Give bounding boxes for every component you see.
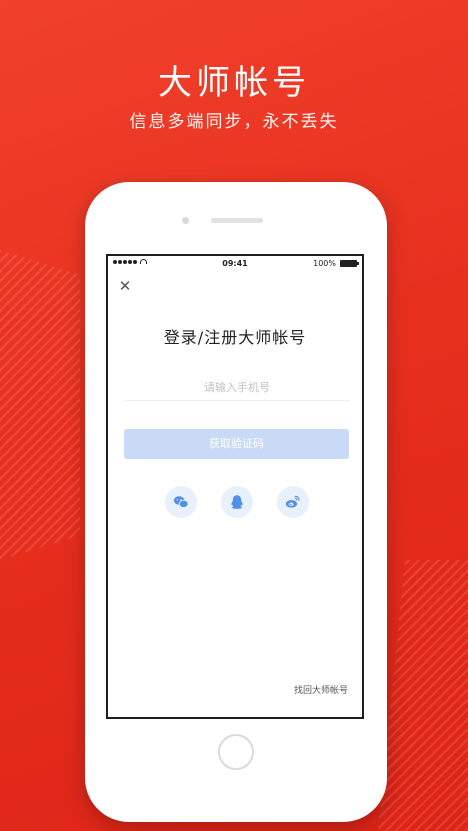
decorative-stripes-left bbox=[0, 250, 80, 560]
login-title: 登录/注册大师帐号 bbox=[163, 328, 307, 347]
phone-screen: 09:41 100% ✕ 登录/注册大师帐号 获取验证码 bbox=[106, 254, 364, 719]
wechat-icon bbox=[173, 496, 189, 508]
qq-login-button[interactable] bbox=[221, 486, 253, 518]
weibo-icon bbox=[285, 495, 300, 508]
wechat-login-button[interactable] bbox=[165, 486, 197, 518]
home-button bbox=[218, 734, 254, 770]
phone-mockup: 09:41 100% ✕ 登录/注册大师帐号 获取验证码 bbox=[85, 182, 387, 822]
get-code-button[interactable]: 获取验证码 bbox=[124, 429, 349, 459]
battery-icon bbox=[340, 260, 359, 267]
weibo-login-button[interactable] bbox=[277, 486, 309, 518]
phone-camera bbox=[182, 217, 189, 224]
qq-icon bbox=[231, 495, 243, 509]
recover-account-link[interactable]: 找回大师帐号 bbox=[294, 683, 348, 696]
battery-percentage: 100% bbox=[313, 259, 336, 268]
phone-number-input[interactable] bbox=[124, 374, 350, 401]
status-bar: 09:41 100% bbox=[108, 256, 362, 272]
close-icon[interactable]: ✕ bbox=[118, 279, 132, 294]
phone-speaker bbox=[211, 218, 263, 223]
decorative-stripes-right bbox=[378, 560, 468, 831]
promo-headline: 大师帐号 bbox=[158, 63, 310, 103]
promo-subline: 信息多端同步，永不丢失 bbox=[129, 112, 339, 132]
